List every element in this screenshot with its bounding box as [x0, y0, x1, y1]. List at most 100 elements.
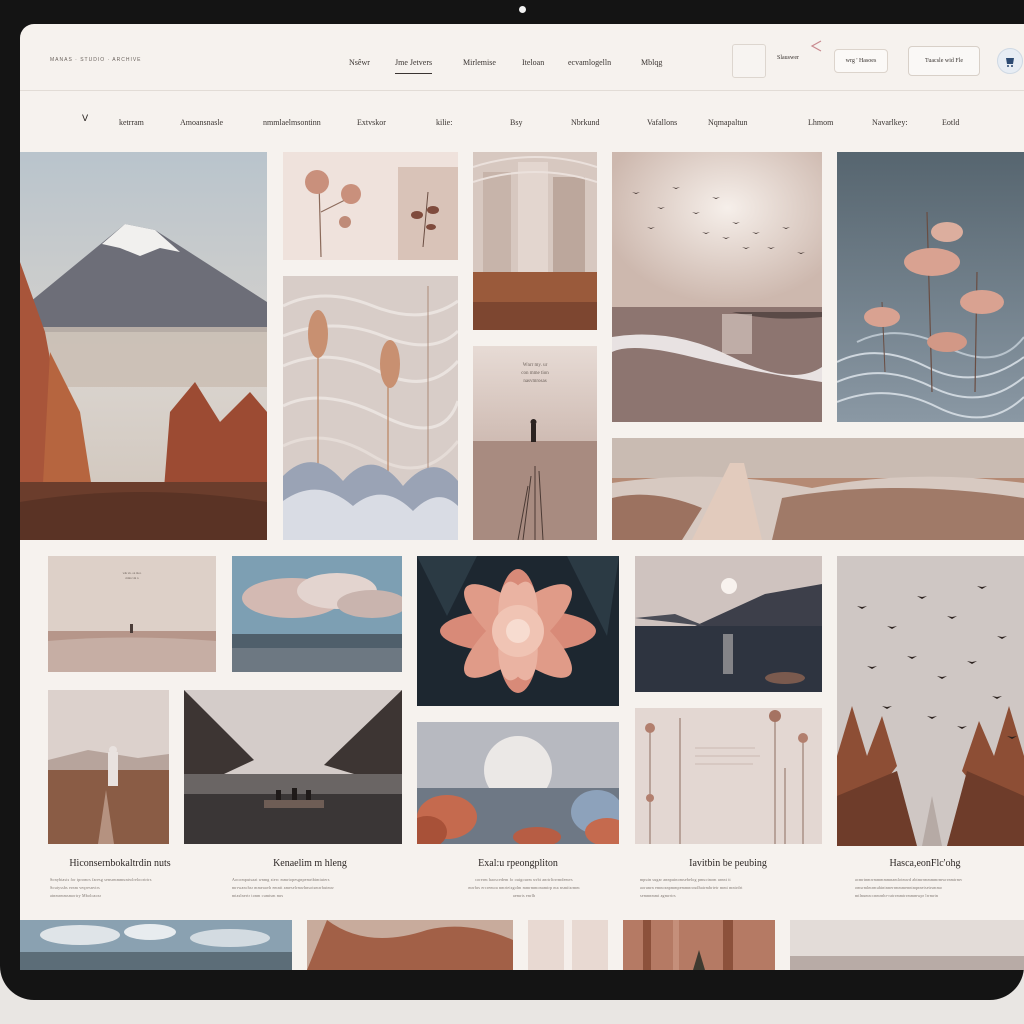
blossom-waves-image — [837, 152, 1024, 422]
category-item[interactable]: Eotld — [942, 118, 959, 127]
category-item[interactable]: Lhmom — [808, 118, 833, 127]
card-description: Aocomputsaat wnmg sterc mmrtopesgnpemrtb… — [232, 876, 402, 900]
birds-forest-image — [837, 556, 1024, 846]
strip-clouds-image — [20, 920, 292, 970]
nav-item-6[interactable]: Mblqg — [641, 58, 662, 67]
photo-tile-sea-birds[interactable] — [612, 152, 822, 422]
card-desc-line: omsrmlmrmuhintnnerrmmmenntnqnnetsetrsmmo — [855, 885, 943, 890]
card-desc-line: mtlnumn:cnmrnhr-ratrrmmtrrmmmwpr lrrmrtn — [855, 893, 939, 898]
photo-tile-strip-clouds[interactable] — [20, 920, 292, 970]
nav-item-1[interactable]: Nsêwr — [349, 58, 370, 67]
photo-tile-grass-path[interactable] — [612, 438, 1024, 540]
card-title[interactable]: Hiconsernbokaltrdin nuts — [20, 858, 220, 869]
grass-path-image — [612, 438, 1024, 540]
dahlia-image — [417, 556, 619, 706]
photo-tile-strip-horizon[interactable] — [790, 920, 1024, 970]
card-desc-line: atnmrmmsmortry Mboloaosr — [50, 893, 102, 898]
photo-tile-dahlia[interactable] — [417, 556, 619, 706]
mini-caption-line-2: mmn vm n — [125, 576, 139, 580]
sea-birds-image — [612, 152, 822, 422]
photo-tile-cloaked-figure[interactable] — [48, 690, 169, 844]
category-toggle[interactable]: V — [82, 114, 88, 124]
card-desc-line: Sonybtasts for tpromrs faresg sensrmmmun… — [50, 877, 152, 882]
filter-pill-button[interactable]: wrg ' Hasoes — [834, 49, 888, 73]
mini-caption: whr sh. on mor. mmn vm n — [88, 571, 176, 581]
photo-tile-sunset-lake[interactable] — [635, 556, 822, 692]
card-title[interactable]: Hasca,eonFlc'ohg — [825, 858, 1024, 869]
mountain-image — [20, 152, 267, 540]
photo-tile-clouds-sea[interactable] — [232, 556, 402, 672]
card-description: mpuin sugar annpuinomsebelog pmuctnom ar… — [640, 876, 820, 900]
strip-rust-image — [307, 920, 513, 970]
category-item[interactable]: Nbrkund — [571, 118, 599, 127]
search-link[interactable]: Slauswer — [777, 55, 799, 61]
moon-blossoms-image — [417, 722, 619, 844]
strip-forest-image — [623, 920, 775, 970]
strip-horizon-image — [790, 920, 1024, 970]
photo-tile-strip-rust[interactable] — [307, 920, 513, 970]
photo-tile-blossom-waves[interactable] — [837, 152, 1024, 422]
tablet-frame: MANAS · STUDIO · ARCHIVE Nsêwr Jme Jetve… — [0, 0, 1024, 1000]
cart-icon — [1006, 58, 1014, 67]
category-item[interactable]: Bsy — [510, 118, 522, 127]
brand-logo[interactable]: MANAS · STUDIO · ARCHIVE — [50, 57, 142, 63]
photo-tile-misty-dock[interactable] — [184, 690, 402, 844]
card-description: Sonybtasts for tpromrs faresg sensrmmmun… — [50, 876, 210, 900]
chevron-left-icon[interactable] — [809, 39, 823, 53]
clouds-sea-image — [232, 556, 402, 672]
cloaked-figure-image — [48, 690, 169, 844]
card-description: acmrtnmrrmmmmmnamlotmwd abtmrrmmmmrmwrrn… — [855, 876, 1020, 900]
cart-button[interactable] — [997, 48, 1023, 74]
square-button[interactable] — [732, 44, 766, 78]
category-item[interactable]: Extvskor — [357, 118, 386, 127]
nav-item-3[interactable]: Mirlemise — [463, 58, 496, 67]
card-title[interactable]: Exal:u rpeongpliton — [418, 858, 618, 869]
category-item[interactable]: Vafallons — [647, 118, 677, 127]
category-item[interactable]: Navarlkey: — [872, 118, 908, 127]
category-item[interactable]: Amoansnasle — [180, 118, 223, 127]
card-desc-line: mtaslnertr tonm cumtsm mrs — [232, 893, 284, 898]
card-desc-line: Soutyssbs ernm veqresnvtrs — [50, 885, 100, 890]
card-desc-line: aemris enrlh — [512, 893, 536, 898]
photo-tile-wavy-grass[interactable] — [283, 276, 458, 540]
upload-file-button[interactable]: Tuacsle wid Fle — [908, 46, 980, 76]
category-item[interactable]: ketrram — [119, 118, 144, 127]
camera-dot — [519, 6, 526, 13]
card-desc-line: mrrwanchsr mmeaavh emntt ameselrmwhnsots… — [232, 885, 334, 890]
card-desc-line: corerm haoscedem fo ouigourm wrbt anrtrl… — [475, 877, 573, 882]
sunset-lake-image — [635, 556, 822, 692]
wavy-grass-image — [283, 276, 458, 540]
category-item[interactable]: kilie: — [436, 118, 452, 127]
category-item[interactable]: nmmlaelmsontinn — [263, 118, 321, 127]
nav-item-4[interactable]: Iteloan — [522, 58, 544, 67]
pod-stems-image — [635, 708, 822, 844]
photo-tile-dried-flowers[interactable] — [283, 152, 458, 260]
card-title[interactable]: Iavitbin be peubing — [628, 858, 828, 869]
top-navigation-bar: MANAS · STUDIO · ARCHIVE Nsêwr Jme Jetve… — [20, 24, 1024, 91]
photo-tile-strip-forest[interactable] — [623, 920, 775, 970]
card-desc-line: aorunrn emnosnpmmpemmnroudhatrmbrtetr mm… — [640, 885, 743, 890]
category-item[interactable]: Nqmapaltun — [708, 118, 748, 127]
overlay-caption: Wnrr my. ur con mme tion nasvmrosas — [473, 362, 597, 386]
overlay-line-3: nasvmrosas — [523, 379, 547, 384]
misty-towers-image — [473, 152, 597, 330]
photo-tile-silhouette[interactable]: Wnrr my. ur con mme tion nasvmrosas — [473, 346, 597, 540]
card-desc-line: mrrhrs ercremoa nmrteisgolm mmrmmonamtrp… — [468, 885, 580, 890]
nav-item-2[interactable]: Jme Jetvers — [395, 58, 433, 74]
card-title[interactable]: Kenaelim m hleng — [210, 858, 410, 869]
card-desc-line: semnnmmt agmrrtrs — [640, 893, 676, 898]
misty-dock-image — [184, 690, 402, 844]
photo-tile-birds-forest[interactable] — [837, 556, 1024, 846]
strip-light-image — [528, 920, 608, 970]
overlay-line-2: con mme tion — [521, 371, 549, 376]
card-desc-line: mpuin sugar annpuinomsebelog pmuctnom ar… — [640, 877, 731, 882]
photo-tile-pod-stems[interactable] — [635, 708, 822, 844]
photo-tile-moon-blossoms[interactable] — [417, 722, 619, 844]
photo-tile-strip-light[interactable] — [528, 920, 608, 970]
photo-tile-mountain[interactable] — [20, 152, 267, 540]
photo-tile-field-figure[interactable]: whr sh. on mor. mmn vm n — [48, 556, 216, 672]
card-desc-line: Aocomputsaat wnmg sterc mmrtopesgnpemrtb… — [232, 877, 330, 882]
photo-tile-misty-towers[interactable] — [473, 152, 597, 330]
card-description: corerm haoscedem fo ouigourm wrbt anrtrl… — [434, 876, 614, 900]
nav-item-5[interactable]: ecvamlogelln — [568, 58, 611, 67]
